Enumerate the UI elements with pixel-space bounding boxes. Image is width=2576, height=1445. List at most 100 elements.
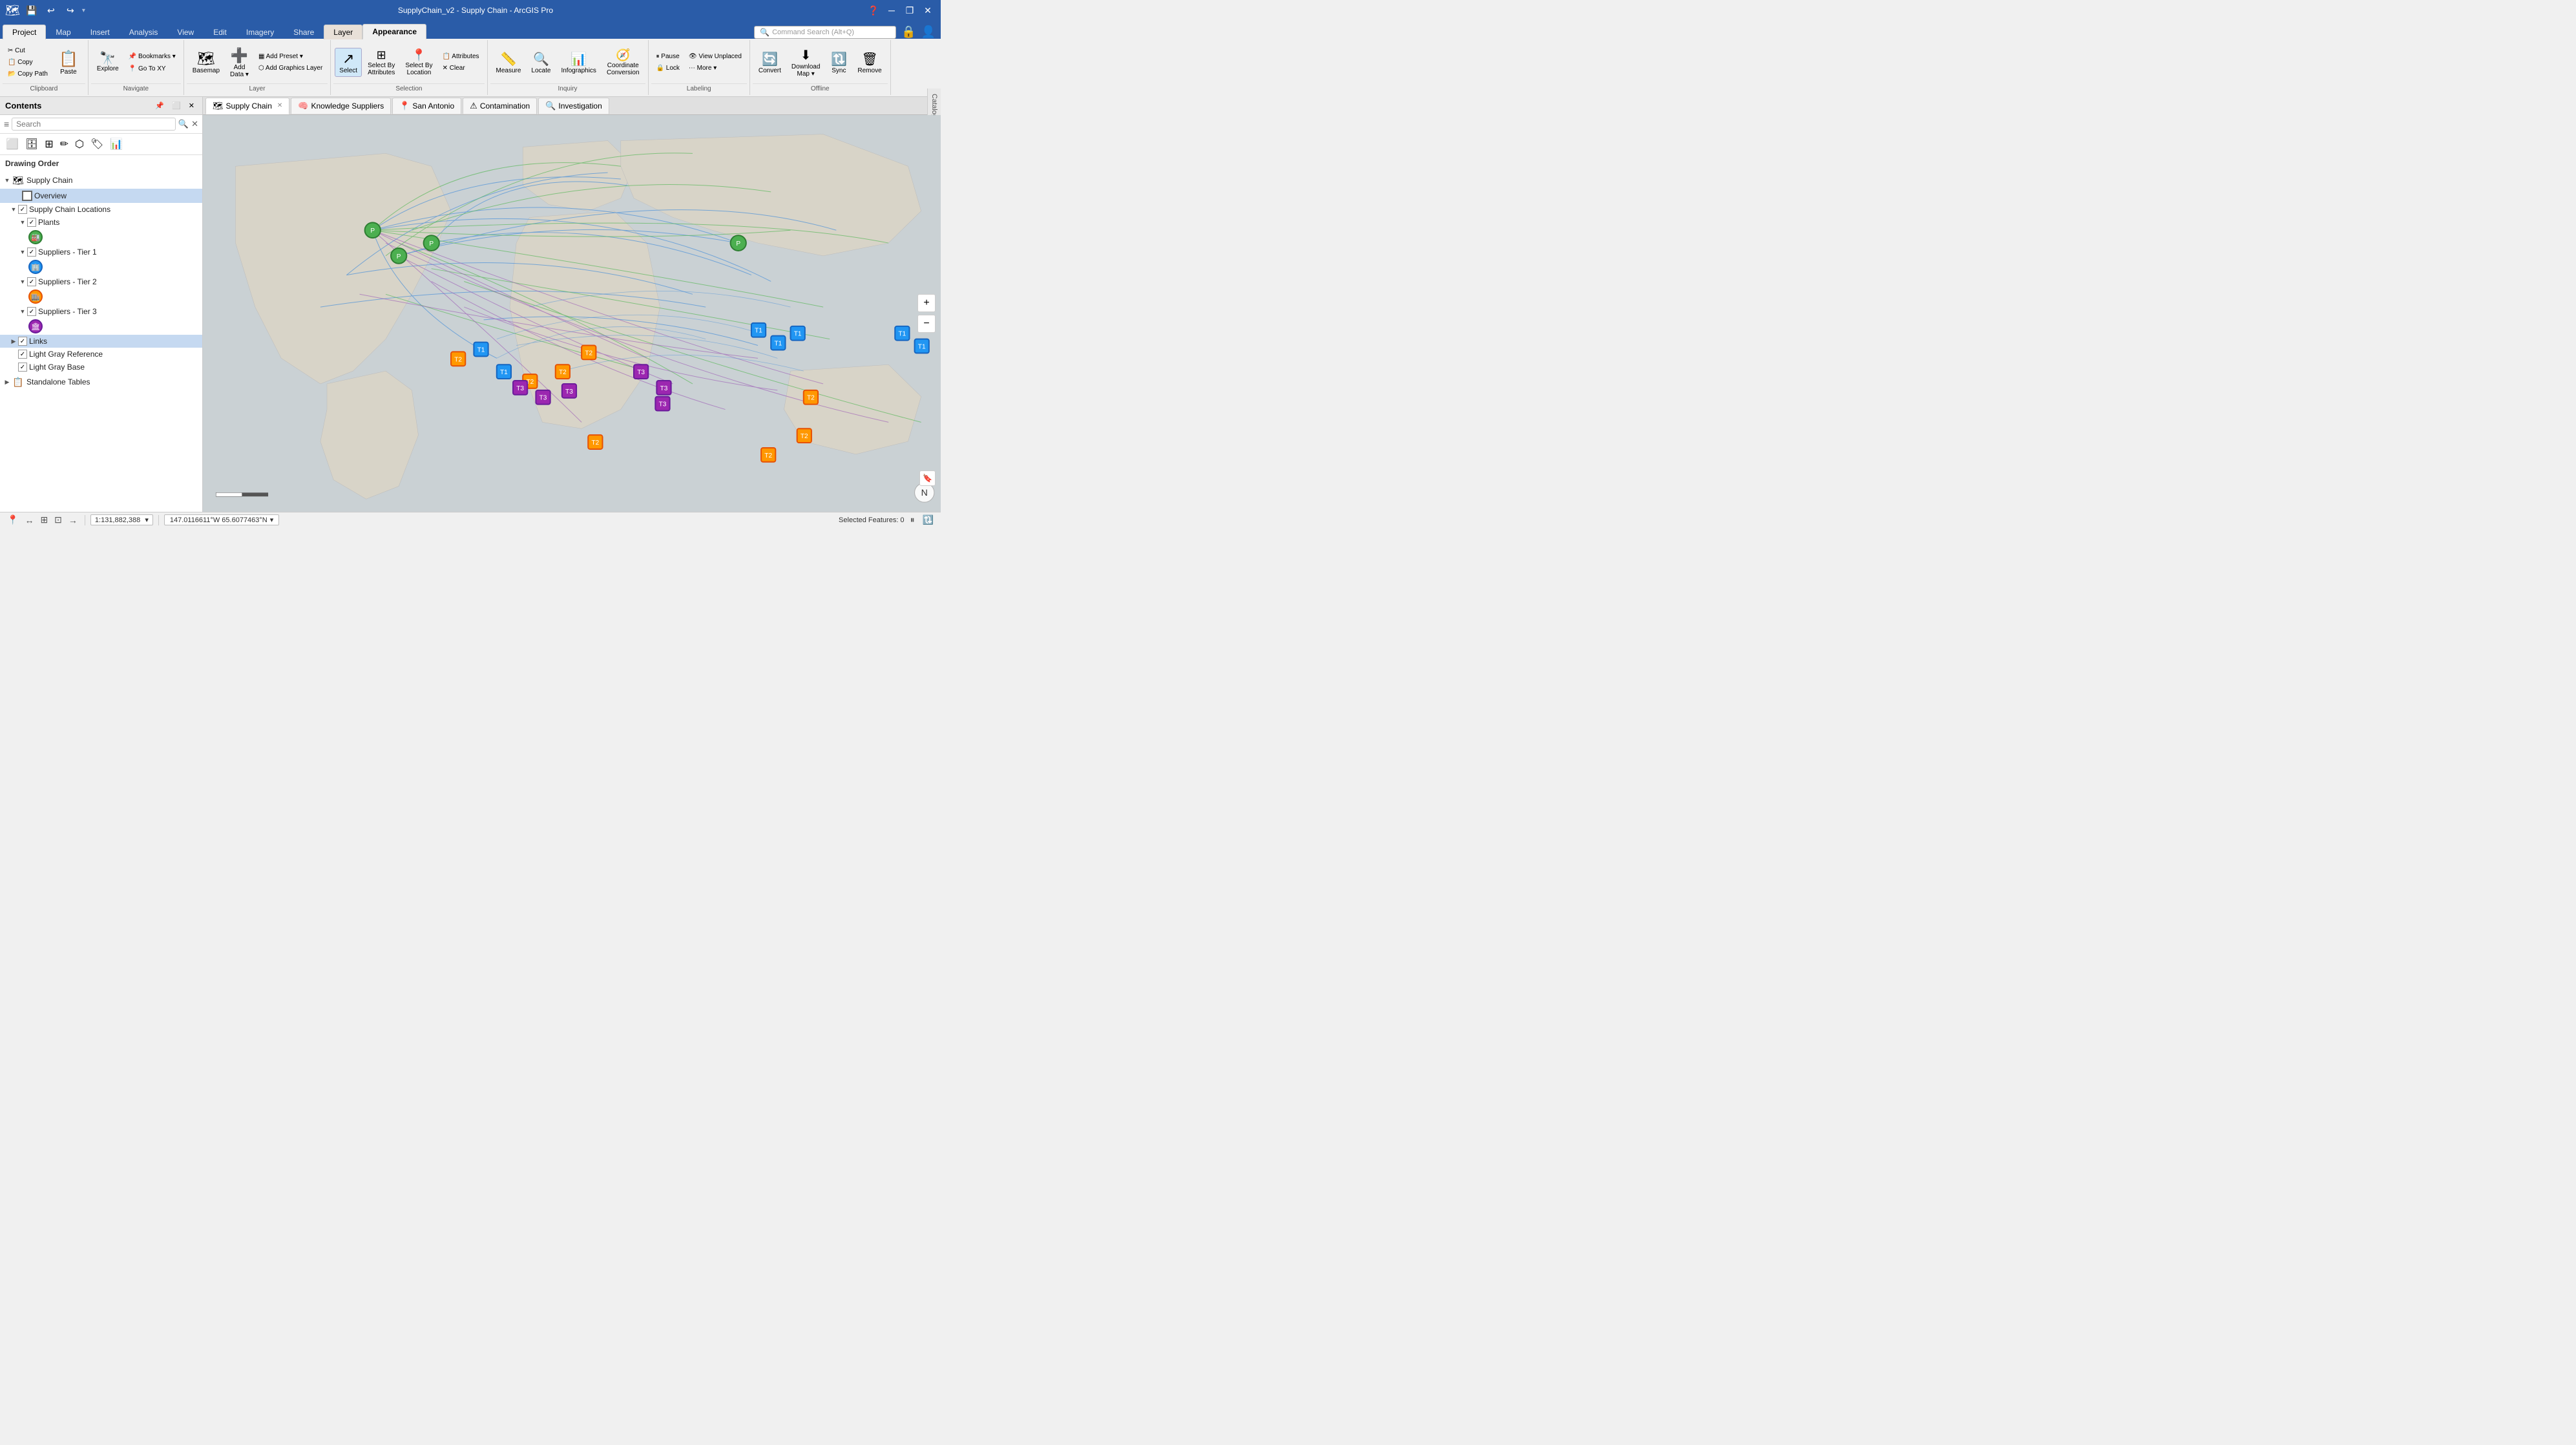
tab-view[interactable]: View [167,25,204,39]
contents-float-btn[interactable]: ⬜ [169,101,183,111]
t3-checkbox[interactable]: ✓ [27,307,36,316]
list-by-drawing-order-btn[interactable]: ⬜ [4,136,21,153]
copy-path-button[interactable]: 📂 Copy Path [4,69,52,79]
attributes-button[interactable]: 📋 Attributes [439,51,483,62]
undo-btn[interactable]: ↩ [43,3,59,18]
goto-xy-button[interactable]: 📍 Go To XY [125,63,180,74]
pause-button[interactable]: ⏸ Pause [653,51,684,62]
tab-imagery[interactable]: Imagery [236,25,284,39]
expand-sc-locations[interactable]: ▼ [9,205,18,214]
arrow-status-btn[interactable]: → [67,514,79,526]
scale-dropdown[interactable]: ▾ [145,516,149,524]
expand-links[interactable]: ▶ [9,337,18,346]
scale-box[interactable]: 1:131,882,388 ▾ [90,514,153,525]
tree-item-standalone-tables[interactable]: ▶ 📋 Standalone Tables [0,374,202,390]
bookmark-icon[interactable]: 🔖 [919,470,936,486]
tab-edit[interactable]: Edit [204,25,236,39]
clear-button[interactable]: ✕ Clear [439,63,483,74]
list-by-labeling-btn[interactable]: 🏷 [89,136,105,153]
plants-checkbox[interactable]: ✓ [27,218,36,227]
list-by-snapping-btn[interactable]: ⬡ [73,136,86,153]
sync-button[interactable]: 🔃Sync [826,48,852,77]
coordinate-conversion-button[interactable]: 🧭CoordinateConversion [602,46,644,79]
search-close-icon[interactable]: ✕ [191,119,198,129]
contents-close-btn[interactable]: ✕ [186,101,197,111]
list-by-type-btn[interactable]: ⊞ [43,136,55,153]
map-tab-supply-chain[interactable]: 🗺 Supply Chain ✕ [205,98,289,114]
download-map-button[interactable]: ⬇DownloadMap ▾ [787,45,824,80]
command-search[interactable]: 🔍 Command Search (Alt+Q) [754,26,896,39]
save-btn[interactable]: 💾 [24,3,39,18]
grid-status-btn[interactable]: ⊞ [38,514,50,526]
tab-project[interactable]: Project [3,25,46,39]
light-gray-base-checkbox[interactable]: ✓ [18,363,27,372]
explore-button[interactable]: 🔭Explore [92,50,123,75]
tab-insert[interactable]: Insert [81,25,120,39]
map-tab-knowledge[interactable]: 🧠 Knowledge Suppliers [291,98,391,114]
pause-refresh-btn[interactable]: ⏸ [908,514,917,526]
nav-status-btn[interactable]: ↔ [23,514,36,526]
view-unplaced-button[interactable]: 👁 View Unplaced [685,51,746,62]
expand-t2[interactable]: ▼ [18,277,27,286]
tree-item-sc-locations[interactable]: ▼ ✓ Supply Chain Locations [0,203,202,216]
infographics-button[interactable]: 📊Infographics [556,48,600,77]
select-by-location-button[interactable]: 📍Select ByLocation [401,46,437,79]
tree-item-suppliers-t1[interactable]: ▼ ✓ Suppliers - Tier 1 [0,246,202,258]
tab-appearance[interactable]: Appearance [362,24,426,39]
paste-button[interactable]: 📋Paste [53,47,84,79]
remove-button[interactable]: 🗑Remove [853,48,886,77]
coords-dropdown[interactable]: ▾ [270,516,274,524]
cut-button[interactable]: ✂ Cut [4,45,52,56]
measure-button[interactable]: 📏Measure [492,48,526,77]
tab-share[interactable]: Share [284,25,324,39]
search-input[interactable] [12,118,176,131]
tab-layer[interactable]: Layer [324,25,362,39]
expand-t1[interactable]: ▼ [18,248,27,257]
tab-analysis[interactable]: Analysis [120,25,168,39]
expand-t3[interactable]: ▼ [18,307,27,316]
close-btn[interactable]: ✕ [920,3,936,18]
zoom-in-button[interactable]: + [917,294,936,312]
sc-locations-checkbox[interactable]: ✓ [18,205,27,214]
extent-status-btn[interactable]: ⊡ [52,514,64,526]
copy-button[interactable]: 📋 Copy [4,57,52,68]
more-button[interactable]: ⋯ More ▾ [685,63,746,74]
search-icon[interactable]: 🔍 [178,119,189,129]
tree-item-supply-chain[interactable]: ▼ 🗺 Supply Chain [0,172,202,189]
supply-chain-tab-close[interactable]: ✕ [277,102,282,109]
expand-plants[interactable]: ▼ [18,218,27,227]
tree-item-light-gray-base[interactable]: ▶ ✓ Light Gray Base [0,361,202,374]
convert-button[interactable]: 🔄Convert [754,48,786,77]
locate-button[interactable]: 🔍Locate [527,48,555,77]
t2-checkbox[interactable]: ✓ [27,277,36,286]
zoom-out-button[interactable]: − [917,315,936,333]
redo-btn[interactable]: ↪ [63,3,78,18]
coordinates-box[interactable]: 147.0116611°W 65.6077463°N ▾ [164,514,279,525]
map-canvas[interactable]: P P P P T1 T1 T1 T1 [203,115,941,512]
add-preset-button[interactable]: ▦ Add Preset ▾ [255,51,326,62]
contents-pin-btn[interactable]: 📌 [152,101,167,111]
tree-item-links[interactable]: ▶ ✓ Links [0,335,202,348]
restore-btn[interactable]: ❐ [902,3,917,18]
expand-supply-chain[interactable]: ▼ [3,176,12,185]
refresh-btn[interactable]: 🔃 [921,514,936,526]
basemap-button[interactable]: 🗺Basemap [188,48,224,77]
links-checkbox[interactable]: ✓ [18,337,27,346]
select-by-attributes-button[interactable]: ⊞Select ByAttributes [363,46,399,79]
list-by-charts-btn[interactable]: 📊 [108,136,125,153]
map-tab-san-antonio[interactable]: 📍 San Antonio [392,98,461,114]
tree-item-suppliers-t3[interactable]: ▼ ✓ Suppliers - Tier 3 [0,305,202,318]
add-data-button[interactable]: ➕AddData ▾ [225,45,253,81]
expand-standalone[interactable]: ▶ [3,377,12,386]
tree-item-suppliers-t2[interactable]: ▼ ✓ Suppliers - Tier 2 [0,275,202,288]
lock-button[interactable]: 🔒 Lock [653,63,684,74]
tree-item-light-gray-ref[interactable]: ▶ ✓ Light Gray Reference [0,348,202,361]
bookmarks-button[interactable]: 📌 Bookmarks ▾ [125,51,180,62]
map-tab-investigation[interactable]: 🔍 Investigation [538,98,609,114]
locate-status-btn[interactable]: 📍 [5,514,20,526]
t1-checkbox[interactable]: ✓ [27,248,36,257]
list-by-data-source-btn[interactable]: 🗄 [23,136,40,153]
select-button[interactable]: ↗Select [335,48,362,77]
list-by-editing-btn[interactable]: ✏ [58,136,70,153]
add-graphics-layer-button[interactable]: ⬡ Add Graphics Layer [255,63,326,74]
